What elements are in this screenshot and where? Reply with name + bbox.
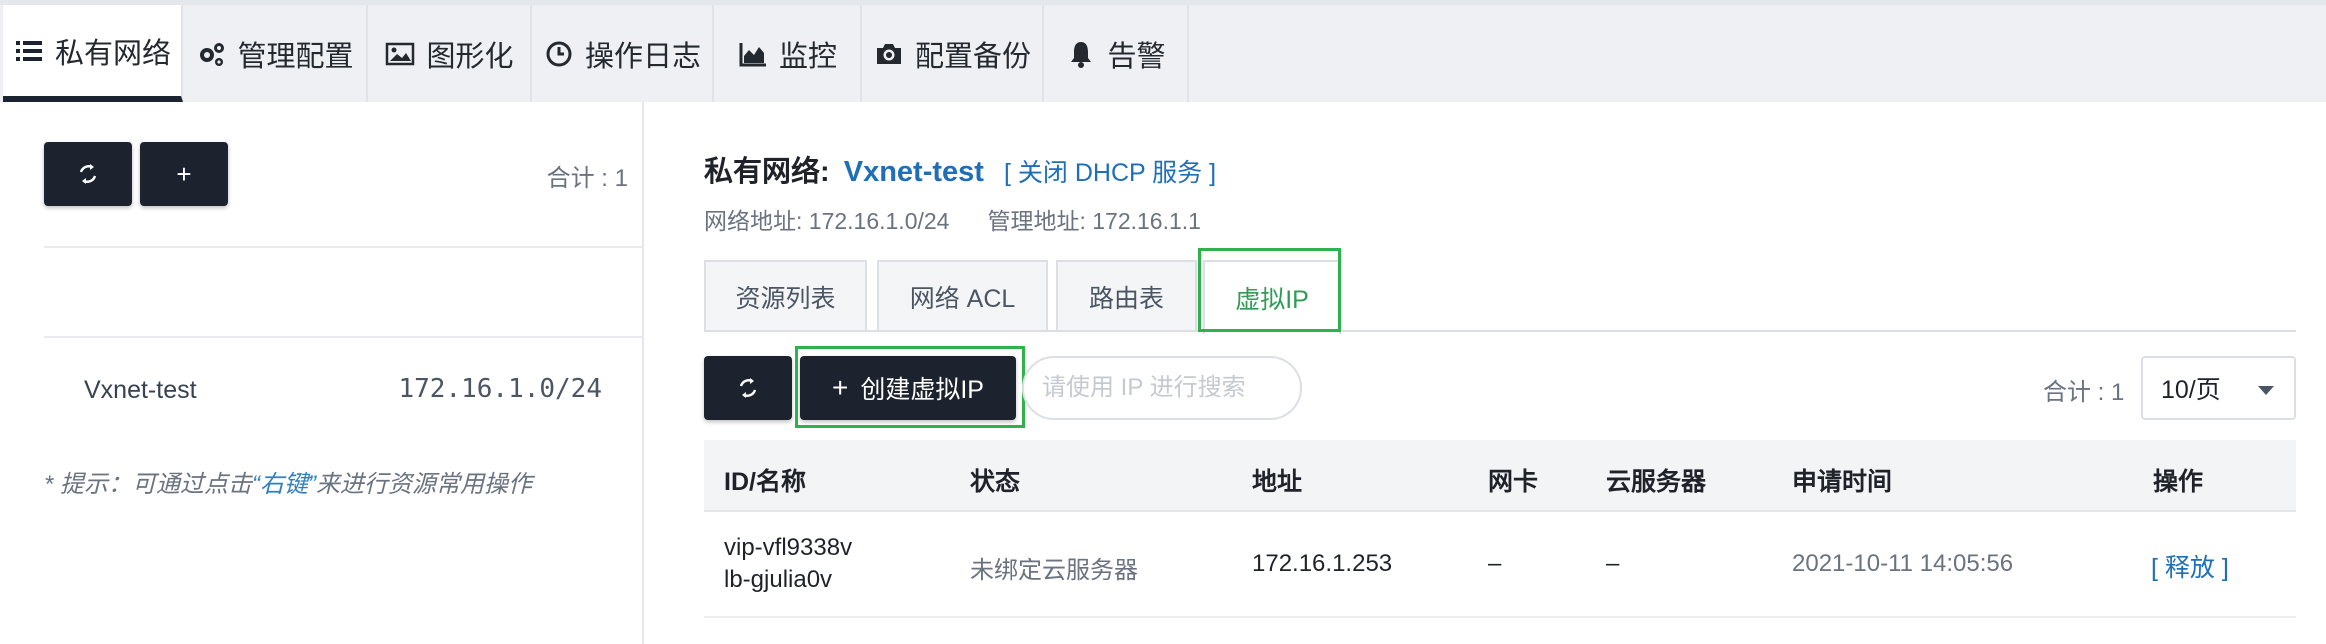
vip-total: 合计 : 1 xyxy=(2043,379,2125,406)
tab-graphical[interactable]: 图形化 xyxy=(368,5,532,102)
tab-management-config[interactable]: 管理配置 xyxy=(183,5,368,102)
hint-suffix: 来进行资源常用操作 xyxy=(316,471,532,498)
vip-refresh-button[interactable] xyxy=(704,356,792,420)
vip-apply-time: 2021-10-11 14:05:56 xyxy=(1792,550,2014,577)
tab-operation-log[interactable]: 操作日志 xyxy=(532,5,714,102)
page-size-select[interactable]: 10/页 xyxy=(2141,356,2296,420)
tab-label: 监控 xyxy=(778,40,837,73)
vip-status: 未绑定云服务器 xyxy=(970,557,1138,584)
clock-icon xyxy=(543,38,575,70)
network-address: 网络地址: 172.16.1.0/24 xyxy=(704,208,950,234)
tab-label: 配置备份 xyxy=(914,40,1031,73)
hint-prefix: * 提示：可通过点击 xyxy=(44,471,253,498)
area-chart-icon xyxy=(737,38,769,70)
add-network-button[interactable]: + xyxy=(140,142,228,206)
network-cidr: 172.16.1.0/24 xyxy=(398,374,603,404)
th-address: 地址 xyxy=(1252,468,1303,496)
subtab-network-acl[interactable]: 网络 ACL xyxy=(877,260,1048,332)
list-icon xyxy=(13,35,45,67)
th-apply-time: 申请时间 xyxy=(1792,468,1893,496)
tab-alarm[interactable]: 告警 xyxy=(1044,5,1189,102)
table-row[interactable]: vip-vfl9338v lb-gjulia0v 未绑定云服务器 172.16.… xyxy=(704,512,2296,618)
tab-private-network[interactable]: 私有网络 xyxy=(3,5,183,102)
refresh-icon xyxy=(76,162,100,186)
image-icon xyxy=(384,38,416,70)
vip-name: lb-gjulia0v xyxy=(724,566,833,593)
divider xyxy=(44,246,642,248)
vip-id[interactable]: vip-vfl9338v xyxy=(724,534,852,562)
th-server: 云服务器 xyxy=(1606,468,1707,496)
network-title-name: Vxnet-test xyxy=(843,156,984,188)
title-label: 私有网络: xyxy=(704,156,830,188)
subtab-resource-list[interactable]: 资源列表 xyxy=(704,260,867,332)
plus-icon: + xyxy=(832,372,849,403)
operation-hint: * 提示：可通过点击“右键”来进行资源常用操作 xyxy=(44,464,532,499)
tab-label: 操作日志 xyxy=(584,40,701,73)
subtab-route-table[interactable]: 路由表 xyxy=(1056,260,1197,332)
tab-config-backup[interactable]: 配置备份 xyxy=(862,5,1044,102)
page-size-value: 10/页 xyxy=(2161,376,2221,404)
subtab-underline xyxy=(704,330,2296,332)
hint-keyword: “右键” xyxy=(252,471,316,498)
tab-label: 管理配置 xyxy=(237,40,354,73)
th-id-name: ID/名称 xyxy=(724,468,806,496)
camera-icon xyxy=(873,38,905,70)
manage-address: 管理地址: 172.16.1.1 xyxy=(987,208,1201,234)
th-action: 操作 xyxy=(2153,468,2204,496)
release-button[interactable]: [ 释放 ] xyxy=(2151,548,2229,584)
vip-address: 172.16.1.253 xyxy=(1252,550,1393,577)
bell-icon xyxy=(1065,38,1097,70)
tab-label: 私有网络 xyxy=(54,37,171,70)
network-list-panel: + 合计 : 1 Vxnet-test 172.16.1.0/24 * 提示：可… xyxy=(44,102,644,644)
vip-nic: – xyxy=(1488,550,1502,577)
refresh-icon xyxy=(736,376,760,400)
subtab-virtual-ip[interactable]: 虚拟IP xyxy=(1203,260,1341,334)
close-dhcp-link[interactable]: [ 关闭 DHCP 服务 ] xyxy=(1004,159,1216,187)
network-name[interactable]: Vxnet-test xyxy=(84,376,197,405)
ip-search-input[interactable] xyxy=(1022,356,1302,420)
top-tab-bar: 私有网络 管理配置 图形化 操作日志 监控 配置备份 告警 xyxy=(0,0,2326,102)
table-header: ID/名称 状态 地址 网卡 云服务器 申请时间 操作 xyxy=(704,440,2296,512)
th-nic: 网卡 xyxy=(1488,468,1539,496)
create-vip-label: 创建虚拟IP xyxy=(860,376,984,404)
caret-down-icon xyxy=(2258,386,2274,395)
page-title: 私有网络: Vxnet-test [ 关闭 DHCP 服务 ] xyxy=(704,148,1216,190)
th-status: 状态 xyxy=(970,468,1021,496)
create-vip-button[interactable]: + 创建虚拟IP xyxy=(800,356,1016,420)
vip-server: – xyxy=(1606,550,1620,577)
divider xyxy=(44,336,642,338)
tab-monitoring[interactable]: 监控 xyxy=(714,5,862,102)
tab-label: 告警 xyxy=(1107,40,1166,73)
refresh-button[interactable] xyxy=(44,142,132,206)
gears-icon xyxy=(195,38,227,70)
tab-label: 图形化 xyxy=(426,40,514,73)
list-total: 合计 : 1 xyxy=(546,165,628,192)
network-info: 网络地址: 172.16.1.0/24 管理地址: 172.16.1.1 xyxy=(704,202,1201,236)
